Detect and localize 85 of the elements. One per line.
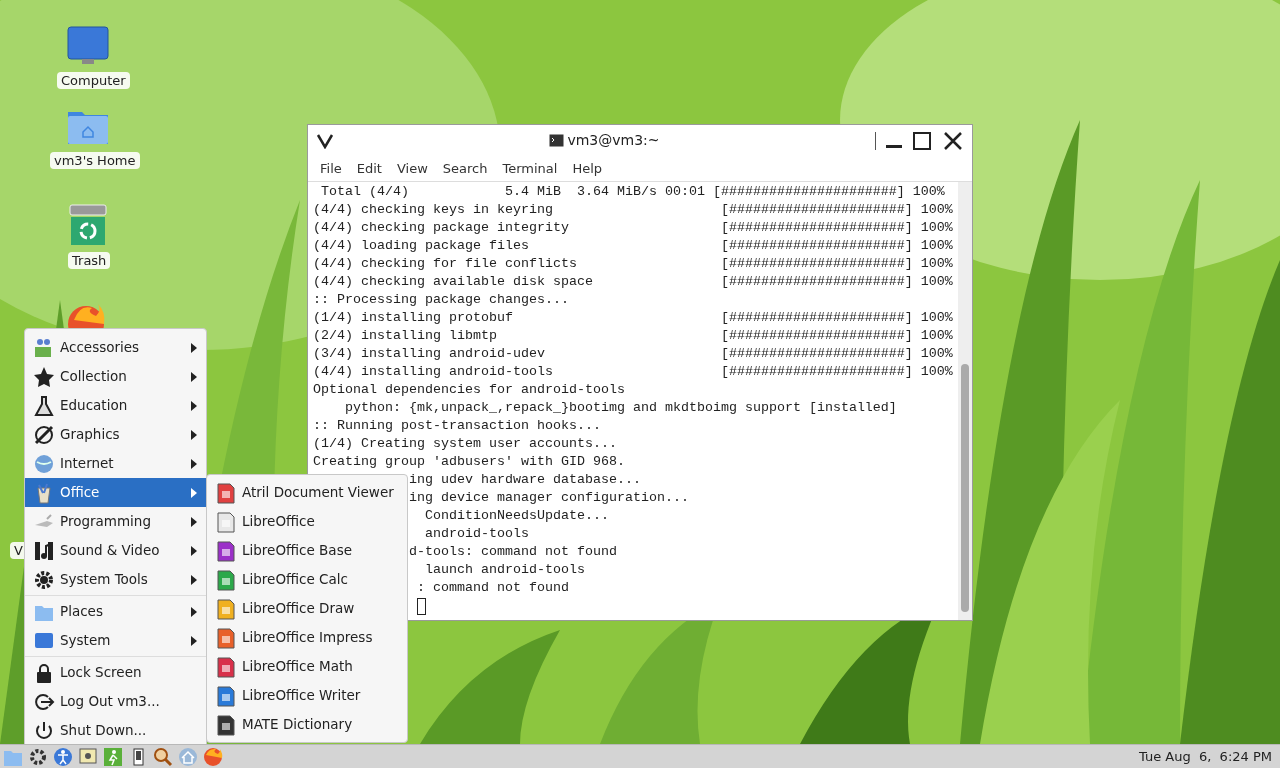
terminal-line: :: Processing package changes...: [313, 291, 570, 309]
terminal-icon: [549, 134, 565, 147]
terminal-line: (4/4) checking keys in keyring [######################] 100%: [313, 201, 954, 219]
menu-item[interactable]: System Tools: [25, 565, 206, 594]
submenu-arrow-icon: [190, 573, 198, 586]
running-man-icon[interactable]: [103, 746, 123, 767]
icon-label: Trash: [68, 252, 111, 269]
menu-item[interactable]: Help: [565, 158, 610, 179]
submenu-arrow-icon: [190, 515, 198, 528]
terminal-line: (4/4) checking for file conflicts [######################] 100%: [313, 255, 954, 273]
submenu-arrow-icon: [190, 457, 198, 470]
menu-item[interactable]: MATE Dictionary: [207, 710, 407, 739]
menu-item[interactable]: File: [313, 158, 349, 179]
terminal-line: python: {mk,unpack_,repack_}bootimg and mkdtboimg support [installed]: [344, 399, 898, 417]
submenu-arrow-icon: [190, 370, 198, 383]
submenu-arrow-icon: [190, 486, 198, 499]
menu-item[interactable]: LibreOffice: [207, 507, 407, 536]
terminal-line: (3/4) installing android-udev [######################] 100%: [313, 345, 954, 363]
close-icon: [942, 129, 964, 152]
flask-icon: [33, 394, 55, 417]
menu-item[interactable]: LibreOffice Calc: [207, 565, 407, 594]
menu-item[interactable]: Shut Down...: [25, 716, 206, 745]
text-cursor: [417, 597, 426, 615]
submenu-arrow-icon: [190, 605, 198, 618]
menu-item[interactable]: View: [389, 158, 435, 179]
terminal-line: (1/4) Creating system user accounts...: [313, 435, 618, 453]
terminal-line: ConditionNeedsUpdate...: [424, 508, 609, 523]
search-icon[interactable]: [153, 746, 173, 767]
menu-item[interactable]: Programming: [25, 507, 206, 536]
menu-item[interactable]: Office: [25, 478, 206, 507]
music-icon: [33, 539, 55, 562]
power-icon: [33, 719, 55, 742]
window-menu-icon: [316, 132, 334, 149]
menu-item[interactable]: LibreOffice Writer: [207, 681, 407, 710]
window-title: vm3@vm3:~: [567, 131, 660, 150]
firefox-icon[interactable]: [203, 746, 223, 767]
menu-item[interactable]: Search: [435, 158, 495, 179]
maximize-icon: [912, 130, 932, 151]
terminal-line: (4/4) checking package integrity [######################] 100%: [313, 219, 954, 237]
menu-item[interactable]: Lock Screen: [25, 658, 206, 687]
gear-icon[interactable]: [28, 746, 48, 767]
submenu-arrow-icon: [190, 341, 198, 354]
menu-item[interactable]: LibreOffice Base: [207, 536, 407, 565]
terminal-line: (2/4) installing libmtp [######################] 100%: [313, 327, 954, 345]
terminal-line: Optional dependencies for android-tools: [313, 381, 626, 399]
minimize-icon: [886, 145, 902, 148]
accessibility-icon[interactable]: [53, 746, 73, 767]
star-icon: [33, 365, 55, 388]
gear-icon: [33, 568, 55, 591]
icon-label: Computer: [57, 72, 130, 89]
terminal-line: android-tools: [424, 526, 529, 541]
terminal-line: :: Running post-transaction hooks...: [313, 417, 602, 435]
menu-item[interactable]: LibreOffice Impress: [207, 623, 407, 652]
terminal-line: launch android-tools: [424, 562, 585, 577]
terminal-line: : command not found: [416, 580, 569, 595]
menu-item[interactable]: Internet: [25, 449, 206, 478]
terminal-line: (4/4) checking available disk space [######################] 100%: [313, 273, 954, 291]
clock[interactable]: Tue Aug 6, 6:24 PM: [1138, 746, 1278, 767]
menu-item[interactable]: Collection: [25, 362, 206, 391]
menu-item[interactable]: Terminal: [495, 158, 565, 179]
terminal-line: (4/4) loading package files [######################] 100%: [313, 237, 954, 255]
submenu-arrow-icon: [190, 634, 198, 647]
submenu-arrow-icon: [190, 544, 198, 557]
submenu-arrow-icon: [190, 428, 198, 441]
scrollbar[interactable]: [958, 182, 972, 620]
terminal-line: (1/4) installing protobuf [######################] 100%: [313, 309, 954, 327]
menu-item[interactable]: LibreOffice Math: [207, 652, 407, 681]
globe-icon: [33, 452, 55, 475]
terminal-line: (4/4) installing android-tools [######################] 100%: [313, 363, 954, 381]
menu-item[interactable]: Places: [25, 597, 206, 626]
terminal-line: Total (4/4) 5.4 MiB 3.64 MiB/s 00:01 [######################] 100%: [320, 183, 946, 201]
terminal-line: ing udev hardware database...: [409, 472, 641, 487]
terminal-line: d-tools: command not found: [409, 544, 617, 559]
submenu-arrow-icon: [190, 399, 198, 412]
menu-item[interactable]: Accessories: [25, 333, 206, 362]
menu-item[interactable]: LibreOffice Draw: [207, 594, 407, 623]
menu-item[interactable]: Education: [25, 391, 206, 420]
menu-item[interactable]: Atril Document Viewer: [207, 478, 407, 507]
menu-item[interactable]: Log Out vm3...: [25, 687, 206, 716]
terminal-line: Creating group 'adbusers' with GID 968.: [313, 453, 626, 471]
menu-item[interactable]: System: [25, 626, 206, 655]
terminal-line: ing device manager configuration...: [409, 490, 689, 505]
menu-item[interactable]: Edit: [349, 158, 389, 179]
menu-item[interactable]: Graphics: [25, 420, 206, 449]
icon-label: vm3's Home: [50, 152, 140, 169]
